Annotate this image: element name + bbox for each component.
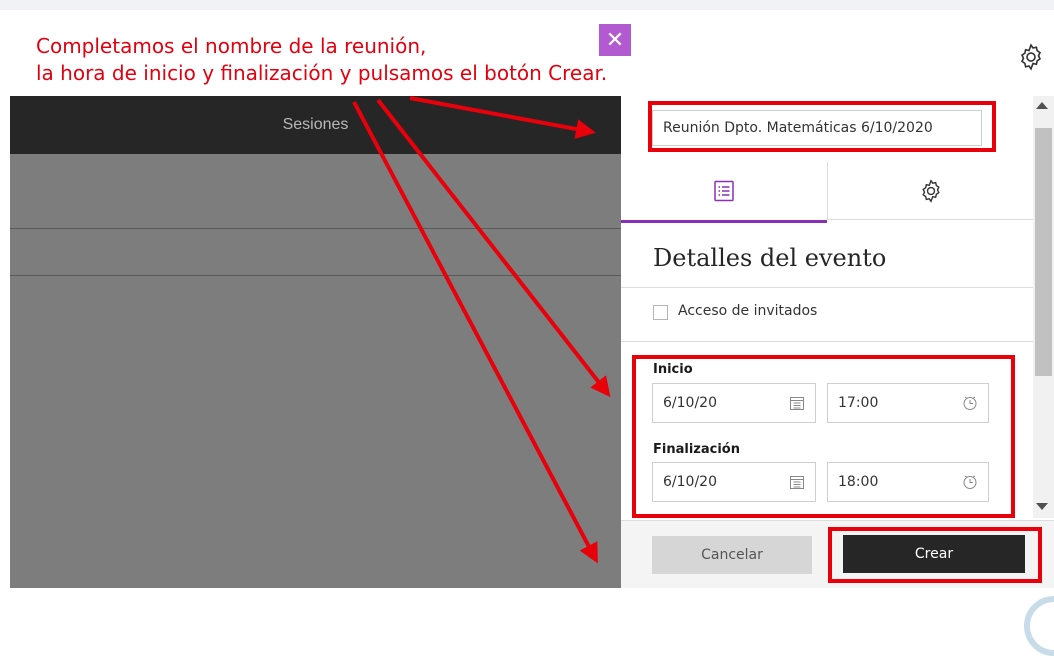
gear-icon [921,178,940,203]
start-time-field[interactable]: 17:00 [827,383,989,423]
end-time-field[interactable]: 18:00 [827,462,989,502]
divider [621,341,1033,342]
scroll-down-arrow-icon[interactable] [1036,503,1048,510]
start-label: Inicio [653,362,693,377]
guest-access-label[interactable]: Acceso de invitados [678,303,817,319]
calendar-icon[interactable] [789,395,805,411]
close-button[interactable]: ✕ [599,24,631,56]
calendar-icon[interactable] [789,474,805,490]
end-time-value: 18:00 [838,474,879,490]
tab-event-details[interactable] [621,162,827,223]
sessions-header: Sesiones [10,96,621,154]
event-title-input[interactable] [652,110,982,146]
end-label: Finalización [653,442,740,457]
start-date-value: 6/10/20 [663,395,717,411]
scrollbar-thumb[interactable] [1035,128,1052,376]
start-time-value: 17:00 [838,395,879,411]
clock-icon[interactable] [962,474,978,490]
annotation-text: Completamos el nombre de la reunión, la … [36,33,607,87]
end-date-field[interactable]: 6/10/20 [652,462,816,502]
details-list-icon [714,180,734,202]
divider [10,275,621,276]
divider [10,228,621,229]
close-icon: ✕ [605,27,625,52]
end-date-value: 6/10/20 [663,474,717,490]
start-date-field[interactable]: 6/10/20 [652,383,816,423]
cancel-button[interactable]: Cancelar [652,536,812,574]
sessions-panel: Sesiones [10,96,621,588]
guest-access-checkbox[interactable] [653,305,668,320]
corner-logo [1024,596,1054,656]
section-title: Detalles del evento [653,244,887,272]
clock-icon[interactable] [962,395,978,411]
annotation-line-1: Completamos el nombre de la reunión, [36,34,427,58]
annotation-line-2: la hora de inicio y finalización y pulsa… [36,61,608,85]
create-button[interactable]: Crear [843,535,1025,573]
top-strip [0,0,1054,10]
scroll-up-arrow-icon[interactable] [1036,102,1048,109]
divider [621,287,1033,288]
tab-event-settings[interactable] [827,162,1033,220]
gear-icon[interactable] [1016,42,1046,72]
